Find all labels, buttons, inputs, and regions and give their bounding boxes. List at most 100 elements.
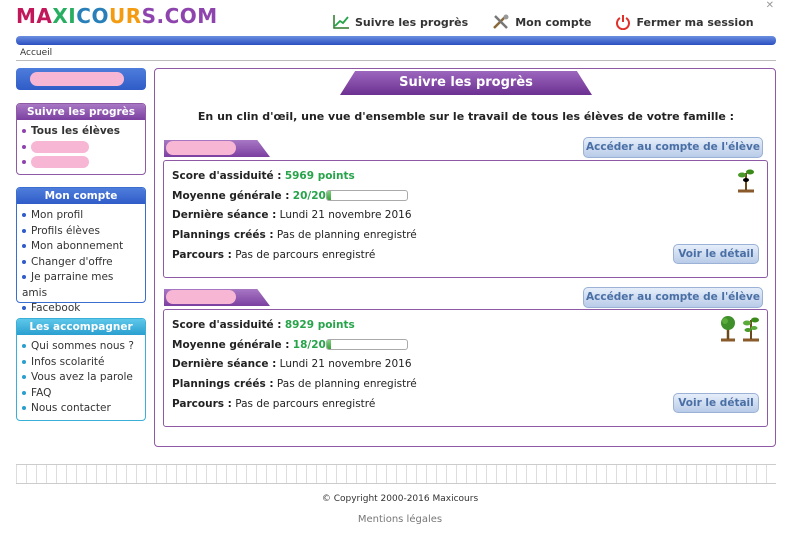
legal-notice-link[interactable]: Mentions légales [0, 514, 800, 525]
sidebar-item-facebook[interactable]: Facebook [22, 301, 141, 317]
courses-label: Parcours : [172, 398, 232, 410]
tree-icon [721, 316, 735, 342]
sidebar-item-label: Tous les élèves [31, 125, 121, 137]
divider [16, 60, 776, 61]
average-label: Moyenne générale : [172, 190, 290, 202]
bullet-icon [22, 344, 26, 348]
tools-icon [493, 14, 509, 29]
header-bar [16, 36, 776, 45]
intro-text: En un clin d'œil, une vue d'ensemble sur… [197, 110, 735, 123]
sidebar-item-mon-abonnement[interactable]: Mon abonnement [22, 239, 141, 255]
plannings-value: Pas de planning enregistré [276, 378, 417, 390]
sidebar-item-mon-profil[interactable]: Mon profil [22, 208, 141, 224]
sidebar-progress-box: Suivre les progrès Tous les élèves [16, 103, 146, 175]
close-icon[interactable]: ✕ [766, 0, 774, 11]
last-session-row: Dernière séance : Lundi 21 novembre 2016 [172, 209, 412, 221]
nav-label: Fermer ma session [636, 15, 754, 29]
sidebar-item-parrainage[interactable]: Je parraine mes amis [22, 270, 141, 301]
sidebar-item-label: Nous contacter [31, 402, 111, 414]
bullet-icon [22, 244, 26, 248]
page-title: Suivre les progrès [340, 71, 592, 95]
bullet-icon [22, 228, 26, 233]
nav-suivre-progres[interactable]: Suivre les progrès [332, 14, 468, 30]
plannings-value: Pas de planning enregistré [276, 229, 417, 241]
sidebar-help-title: Les accompagner [17, 319, 145, 335]
top-navigation: Suivre les progrès Mon compte Fermer ma … [332, 14, 778, 30]
courses-value: Pas de parcours enregistré [235, 398, 376, 410]
last-session-label: Dernière séance : [172, 209, 277, 221]
redacted-name [31, 156, 89, 168]
redacted-name [166, 141, 236, 155]
sprout-icon [738, 169, 754, 193]
nav-mon-compte[interactable]: Mon compte [492, 14, 591, 30]
last-session-row: Dernière séance : Lundi 21 novembre 2016 [172, 358, 412, 370]
sidebar-item-faq[interactable]: FAQ [22, 386, 141, 402]
sidebar-item-label: Facebook [31, 302, 81, 314]
student-tab [164, 140, 270, 157]
average-label: Moyenne générale : [172, 339, 290, 351]
bullet-icon [22, 375, 26, 379]
sidebar-item-nous-contacter[interactable]: Nous contacter [22, 401, 141, 417]
sidebar-item-vous-avez-la-parole[interactable]: Vous avez la parole [22, 370, 141, 386]
redacted-name [166, 290, 236, 304]
sidebar-item-label: FAQ [31, 386, 52, 399]
average-row: Moyenne générale : 18/20 [172, 339, 326, 351]
copyright-text: © Copyright 2000-2016 Maxicours [321, 494, 479, 504]
last-session-value: Lundi 21 novembre 2016 [279, 358, 412, 370]
sidebar-item-student[interactable] [22, 155, 141, 171]
score-value: 5969 points [284, 170, 355, 182]
access-student-account-button[interactable]: Accéder au compte de l'élève [583, 287, 763, 308]
average-progress-bar [326, 339, 408, 350]
bullet-icon [22, 306, 26, 310]
bullet-icon [22, 213, 26, 217]
student-card: Score d'assiduité : 8929 points Moyenne … [163, 309, 768, 427]
maxicours-logo[interactable]: MAXICOURS.COM [16, 4, 218, 28]
view-detail-button[interactable]: Voir le détail [673, 393, 759, 413]
user-name-bar [16, 68, 146, 90]
sidebar-item-qui-sommes-nous[interactable]: Qui sommes nous ? [22, 339, 141, 355]
sidebar-item-label: Mon abonnement [31, 240, 124, 252]
nav-label: Suivre les progrès [355, 15, 469, 29]
view-detail-button[interactable]: Voir le détail [673, 244, 759, 264]
bullet-icon [22, 259, 26, 264]
sidebar-progress-title: Suivre les progrès [17, 104, 145, 120]
courses-row: Parcours : Pas de parcours enregistré [172, 249, 375, 261]
sidebar-help-box: Les accompagner Qui sommes nous ? Infos … [16, 318, 146, 421]
courses-value: Pas de parcours enregistré [235, 249, 376, 261]
bullet-icon [22, 275, 26, 279]
plannings-label: Plannings créés : [172, 229, 274, 241]
last-session-label: Dernière séance : [172, 358, 277, 370]
nav-fermer-session[interactable]: Fermer ma session [615, 14, 754, 30]
sidebar-item-profils-eleves[interactable]: Profils élèves [22, 224, 141, 240]
bullet-icon [22, 129, 26, 133]
nav-label: Mon compte [515, 15, 592, 29]
sidebar-item-changer-offre[interactable]: Changer d'offre [22, 255, 141, 271]
power-icon [616, 15, 631, 30]
courses-row: Parcours : Pas de parcours enregistré [172, 398, 375, 410]
redacted-name [31, 140, 89, 153]
score-row: Score d'assiduité : 8929 points [172, 319, 355, 331]
student-card: Score d'assiduité : 5969 points Moyenne … [163, 160, 768, 278]
sidebar-item-label: Je parraine mes amis [22, 271, 114, 299]
breadcrumb[interactable]: Accueil [20, 48, 52, 58]
score-label: Score d'assiduité : [172, 319, 282, 331]
sidebar-item-infos-scolarite[interactable]: Infos scolarité [22, 355, 141, 371]
redacted-name [30, 72, 124, 86]
bullet-icon [22, 359, 26, 364]
sidebar-item-label: Infos scolarité [31, 355, 105, 368]
progress-fill [327, 340, 331, 349]
average-progress-bar [326, 190, 408, 201]
sidebar-item-label: Vous avez la parole [31, 371, 133, 383]
sidebar-item-label: Changer d'offre [31, 255, 113, 268]
bullet-icon [22, 160, 26, 164]
sidebar-item-tous-eleves[interactable]: Tous les élèves [22, 124, 141, 140]
access-student-account-button[interactable]: Accéder au compte de l'élève [583, 137, 763, 158]
courses-label: Parcours : [172, 249, 232, 261]
sidebar-item-label: Profils élèves [31, 224, 100, 237]
sidebar-item-student[interactable] [22, 140, 141, 156]
plannings-row: Plannings créés : Pas de planning enregi… [172, 378, 417, 390]
sidebar-account-box: Mon compte Mon profil Profils élèves Mon… [16, 187, 146, 314]
footer-decoration [16, 464, 776, 484]
bullet-icon [22, 390, 26, 395]
sidebar-item-label: Mon profil [31, 209, 84, 221]
